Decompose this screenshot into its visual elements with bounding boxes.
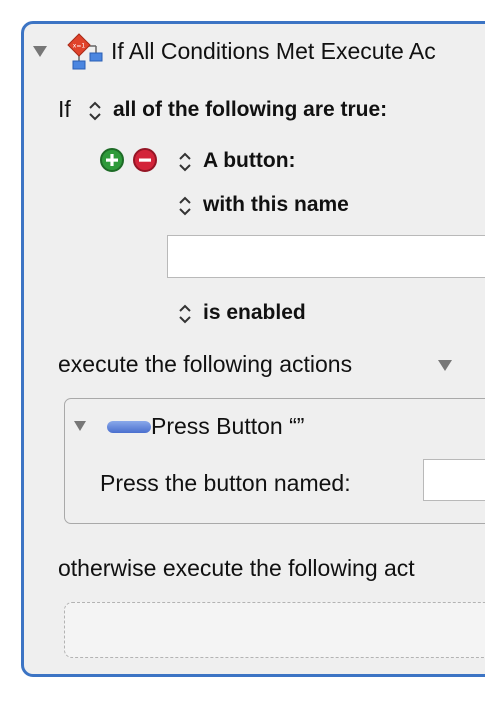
press-button-name-field[interactable] <box>423 459 485 501</box>
press-button-field-label: Press the button named: <box>100 470 351 496</box>
if-label: If <box>58 96 71 122</box>
then-actions-label: execute the following actions <box>58 351 353 377</box>
button-name-field[interactable] <box>167 235 485 278</box>
condition-criteria-value: with this name <box>203 193 349 216</box>
flowchart-icon: x=1 <box>66 32 106 72</box>
condition-type-value: A button: <box>203 149 296 172</box>
nested-action-title: Press Button “” <box>151 413 305 439</box>
updown-chevron-icon <box>179 304 191 324</box>
updown-chevron-icon <box>89 101 101 121</box>
add-condition-button[interactable] <box>100 148 124 172</box>
condition-type-selector[interactable]: A button: <box>178 149 296 179</box>
condition-state-value: is enabled <box>203 301 306 324</box>
plus-circle-icon <box>106 154 118 166</box>
press-button-action-panel: Press Button “” Press the button named: <box>64 398 485 524</box>
condition-mode-value: all of the following are true: <box>113 98 388 121</box>
if-then-action-panel: x=1 If All Conditions Met Execute Ac If … <box>21 21 485 677</box>
minus-circle-icon <box>139 158 151 162</box>
action-title: If All Conditions Met Execute Ac <box>111 38 436 64</box>
nested-collapse-disclosure-icon[interactable] <box>74 421 86 431</box>
updown-chevron-icon <box>179 152 191 172</box>
updown-chevron-icon <box>179 196 191 216</box>
collapse-disclosure-icon[interactable] <box>33 46 47 57</box>
button-pill-icon <box>107 421 151 433</box>
condition-state-selector[interactable]: is enabled <box>178 301 306 331</box>
condition-criteria-selector[interactable]: with this name <box>178 193 349 223</box>
condition-mode-selector[interactable]: all of the following are true: <box>88 98 387 128</box>
else-actions-label: otherwise execute the following act <box>58 555 415 581</box>
svg-text:x=1: x=1 <box>73 43 86 50</box>
remove-condition-button[interactable] <box>133 148 157 172</box>
then-actions-menu-icon[interactable] <box>438 360 452 371</box>
else-actions-drop-zone[interactable] <box>64 602 485 658</box>
